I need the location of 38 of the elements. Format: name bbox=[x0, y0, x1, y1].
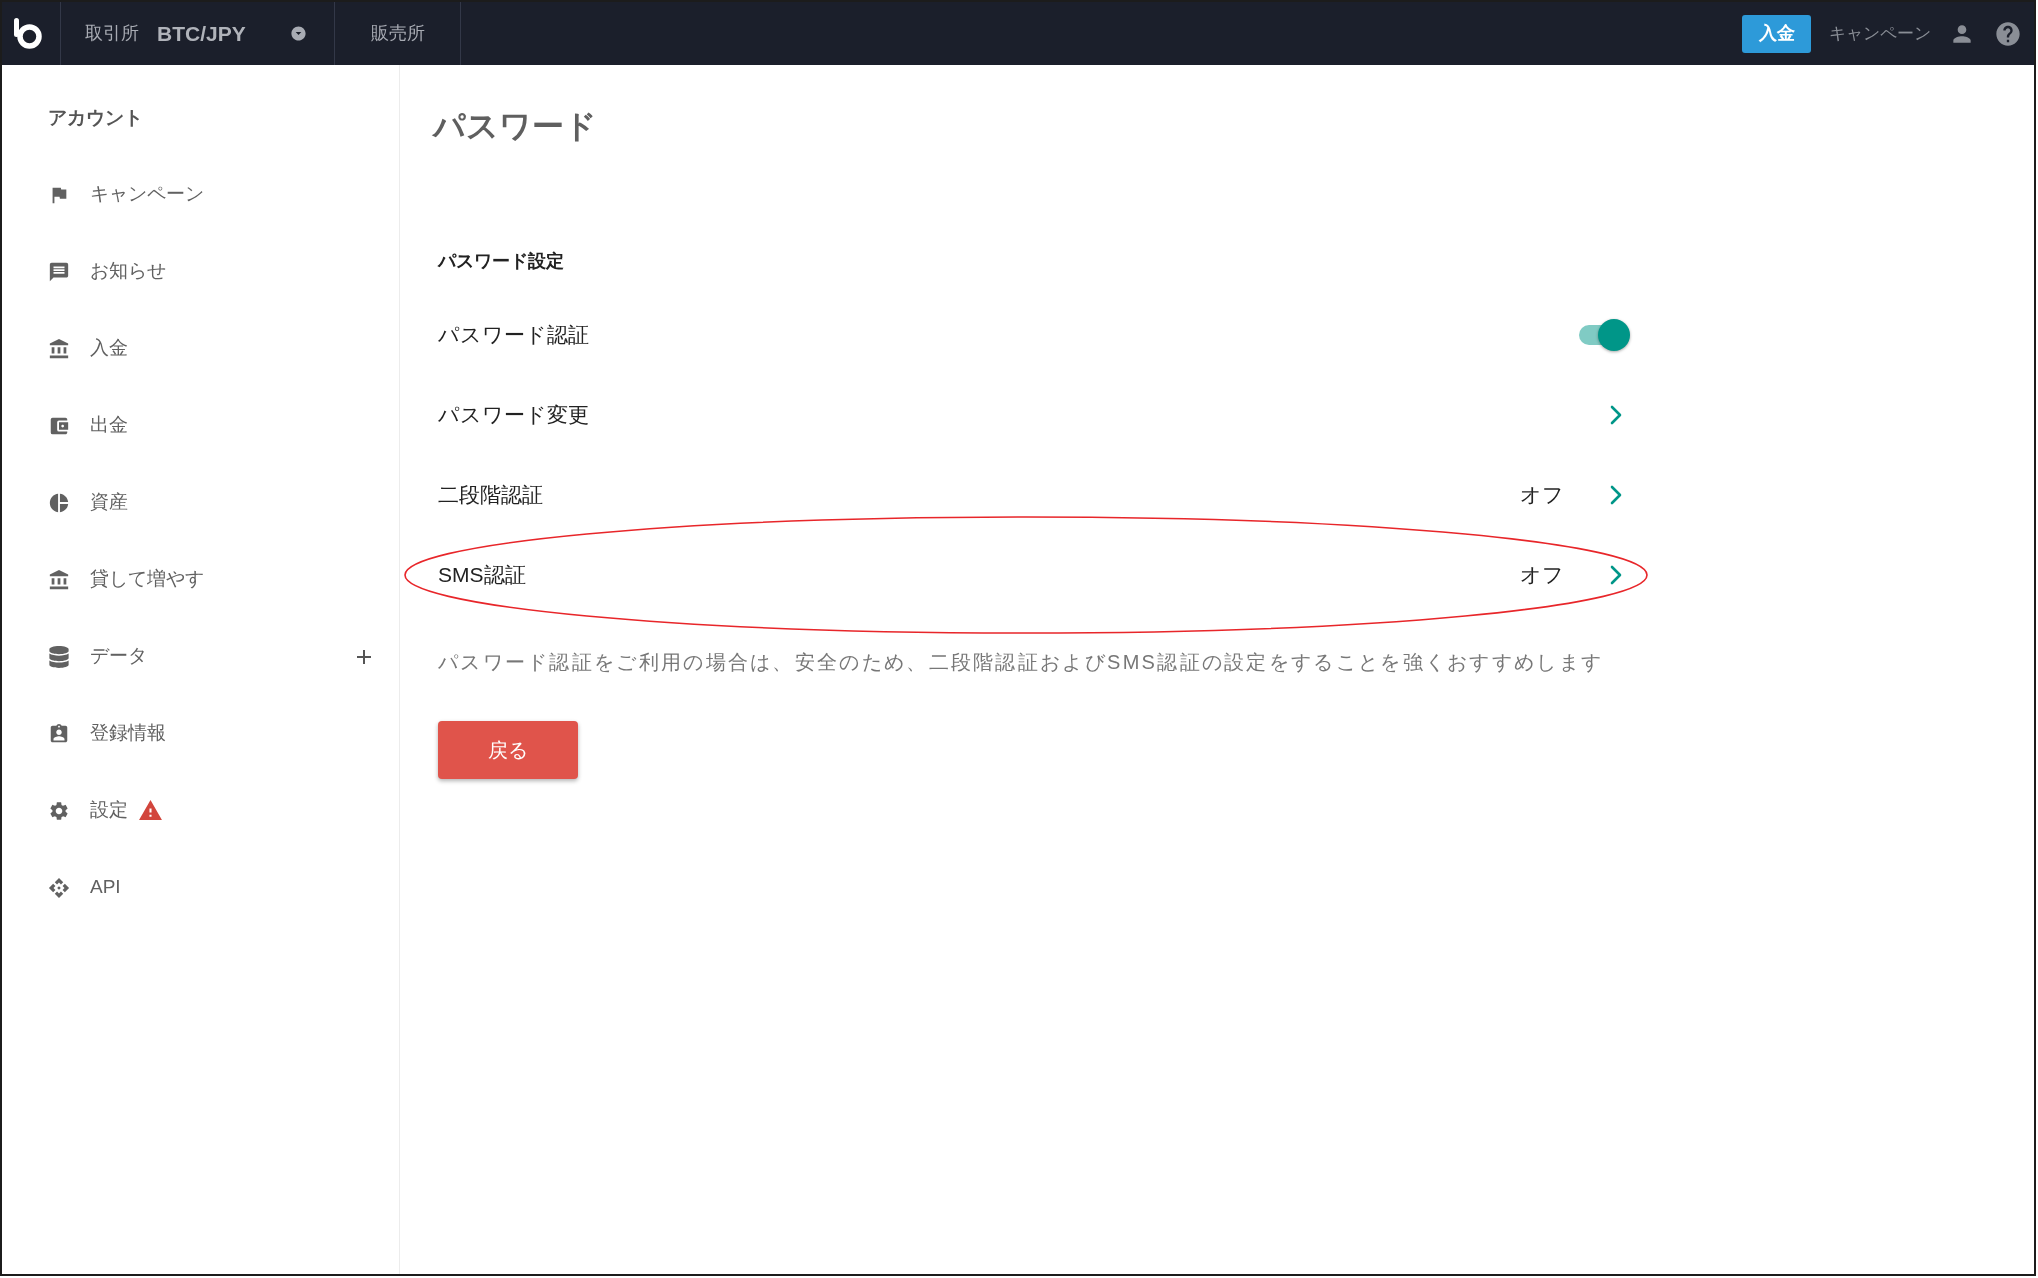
sidebar-item[interactable]: お知らせ bbox=[48, 257, 166, 286]
id-badge-icon bbox=[48, 722, 70, 745]
chevron-right-icon[interactable] bbox=[1610, 405, 1622, 425]
exchange-label: 取引所 bbox=[85, 22, 139, 45]
section-heading: パスワード設定 bbox=[438, 250, 564, 273]
bank-icon bbox=[48, 337, 70, 360]
sidebar-heading: アカウント bbox=[48, 106, 143, 130]
pair-selector[interactable]: BTC/JPY bbox=[157, 17, 307, 50]
database-icon bbox=[48, 645, 70, 668]
diamond-arrows-icon bbox=[48, 876, 70, 899]
setting-label: SMS認証 bbox=[438, 562, 526, 589]
setting-label: パスワード認証 bbox=[438, 322, 589, 349]
status-value: オフ bbox=[1520, 562, 1564, 589]
help-icon[interactable] bbox=[1994, 19, 2022, 48]
back-button[interactable]: 戻る bbox=[438, 721, 578, 779]
sidebar-item[interactable]: 資産 bbox=[48, 488, 128, 517]
pie-chart-icon bbox=[48, 491, 70, 514]
note-text: パスワード認証をご利用の場合は、安全のため、二段階認証およびSMS認証の設定をすることを強くおすすめします bbox=[438, 650, 1604, 675]
sidebar-item[interactable]: 貸して増やす bbox=[48, 565, 204, 594]
setting-label: 二段階認証 bbox=[438, 482, 543, 509]
sidebar-item[interactable]: キャンペーン bbox=[48, 180, 204, 209]
settings-icon bbox=[48, 799, 70, 822]
chevron-right-icon[interactable] bbox=[1610, 485, 1622, 505]
sidebar-item[interactable]: 設定 bbox=[48, 796, 128, 825]
nav-link[interactable]: 販売所 bbox=[370, 20, 425, 47]
page-title: パスワード bbox=[433, 107, 597, 146]
chevron-right-icon[interactable] bbox=[1610, 565, 1622, 585]
logo[interactable] bbox=[13, 18, 43, 49]
nav-link[interactable]: キャンペーン bbox=[1829, 20, 1931, 47]
setting-label: パスワード変更 bbox=[438, 402, 589, 429]
sidebar-item[interactable]: 登録情報 bbox=[48, 719, 166, 748]
sidebar-item[interactable]: 出金 bbox=[48, 411, 128, 440]
chat-icon bbox=[48, 260, 70, 283]
sidebar-item[interactable]: API bbox=[48, 873, 121, 902]
sidebar-item[interactable]: 入金 bbox=[48, 334, 128, 363]
bank-icon bbox=[48, 568, 70, 591]
status-value: オフ bbox=[1520, 482, 1564, 509]
sidebar-item[interactable]: データ bbox=[48, 642, 147, 671]
